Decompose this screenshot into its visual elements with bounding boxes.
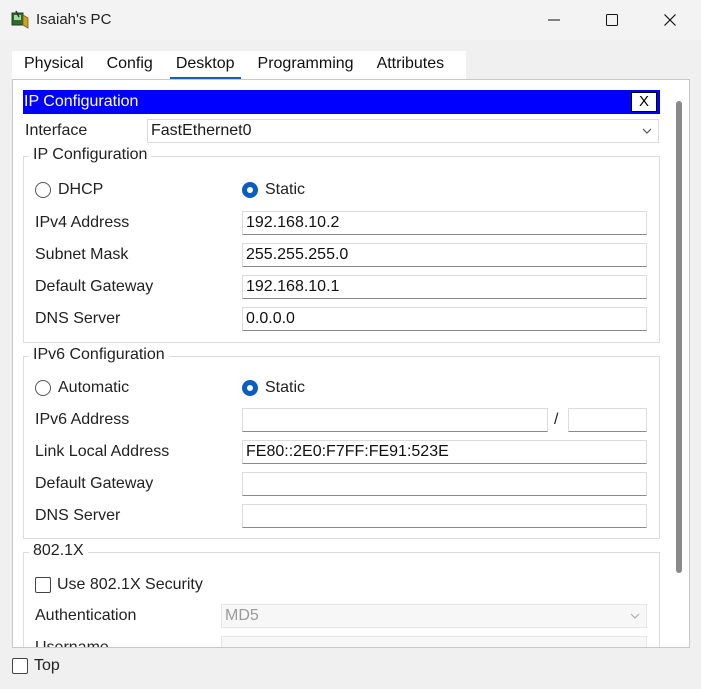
minimize-button[interactable]	[525, 0, 583, 40]
ipv6-group-title: IPv6 Configuration	[29, 346, 169, 364]
window-title: Isaiah's PC	[36, 11, 112, 28]
ipv6-dns-input[interactable]	[242, 504, 647, 528]
static-label: Static	[265, 181, 306, 198]
automatic-radio[interactable]	[35, 380, 51, 396]
ipv6-address-input[interactable]	[242, 408, 548, 432]
chevron-down-icon	[642, 128, 652, 134]
interface-value: FastEthernet0	[151, 122, 252, 139]
ipv6-prefix-input[interactable]	[568, 408, 647, 432]
ipv4-gateway-input[interactable]: 192.168.10.1	[242, 275, 647, 299]
dhcp-label: DHCP	[58, 181, 104, 198]
automatic-label: Automatic	[58, 379, 130, 396]
maximize-button[interactable]	[583, 0, 641, 40]
prefix-separator: /	[554, 411, 559, 428]
authentication-label: Authentication	[35, 607, 137, 624]
title-bar: Isaiah's PC	[0, 0, 701, 40]
link-local-input[interactable]: FE80::2E0:F7FF:FE91:523E	[242, 440, 647, 464]
interface-select[interactable]: FastEthernet0	[147, 119, 659, 143]
ipv4-address-input[interactable]: 192.168.10.2	[242, 211, 647, 235]
panel-title: IP Configuration	[24, 93, 139, 110]
top-checkbox[interactable]	[12, 658, 28, 674]
desktop-content-panel: IP Configuration X Interface FastEtherne…	[12, 79, 690, 648]
ipv4-dns-label: DNS Server	[35, 310, 121, 327]
ipv4-address-label: IPv4 Address	[35, 214, 130, 231]
close-panel-button[interactable]: X	[631, 92, 657, 112]
use-8021x-checkbox[interactable]	[35, 577, 51, 593]
scrollbar-thumb[interactable]	[676, 101, 682, 573]
ipv6-static-radio[interactable]	[242, 380, 258, 396]
chevron-down-icon	[630, 613, 640, 619]
authentication-value: MD5	[225, 607, 259, 624]
username-input[interactable]	[221, 636, 647, 647]
close-window-button[interactable]	[641, 0, 699, 40]
subnet-mask-label: Subnet Mask	[35, 246, 129, 263]
ipv4-gateway-label: Default Gateway	[35, 278, 154, 295]
dot1x-group	[23, 552, 660, 647]
interface-label: Interface	[25, 122, 88, 139]
close-icon	[664, 14, 676, 26]
tab-programming[interactable]: Programming	[252, 51, 360, 79]
ipv6-static-label: Static	[265, 379, 306, 396]
ipv6-address-label: IPv6 Address	[35, 411, 130, 428]
pc-icon	[11, 10, 29, 29]
subnet-mask-input[interactable]: 255.255.255.0	[242, 243, 647, 267]
ipv4-dns-input[interactable]: 0.0.0.0	[242, 307, 647, 331]
ipv6-gateway-input[interactable]	[242, 472, 647, 496]
ipv6-gateway-label: Default Gateway	[35, 475, 154, 492]
tab-bar: Physical Config Desktop Programming Attr…	[12, 51, 466, 79]
tab-config[interactable]: Config	[101, 51, 159, 79]
use-8021x-label: Use 802.1X Security	[57, 576, 203, 593]
link-local-label: Link Local Address	[35, 443, 170, 460]
dhcp-radio[interactable]	[35, 182, 51, 198]
tab-desktop[interactable]: Desktop	[169, 51, 241, 79]
tab-attributes[interactable]: Attributes	[371, 51, 451, 79]
ipv6-dns-label: DNS Server	[35, 507, 121, 524]
maximize-icon	[606, 14, 618, 26]
ipv4-group-title: IP Configuration	[29, 146, 152, 164]
minimize-icon	[548, 19, 560, 21]
top-label: Top	[34, 657, 60, 674]
authentication-select[interactable]: MD5	[221, 604, 647, 628]
username-label: Username	[35, 639, 109, 648]
tab-physical[interactable]: Physical	[12, 51, 90, 79]
static-radio[interactable]	[242, 182, 258, 198]
dot1x-group-title: 802.1X	[29, 542, 88, 560]
ip-configuration-header: IP Configuration X	[23, 90, 660, 114]
